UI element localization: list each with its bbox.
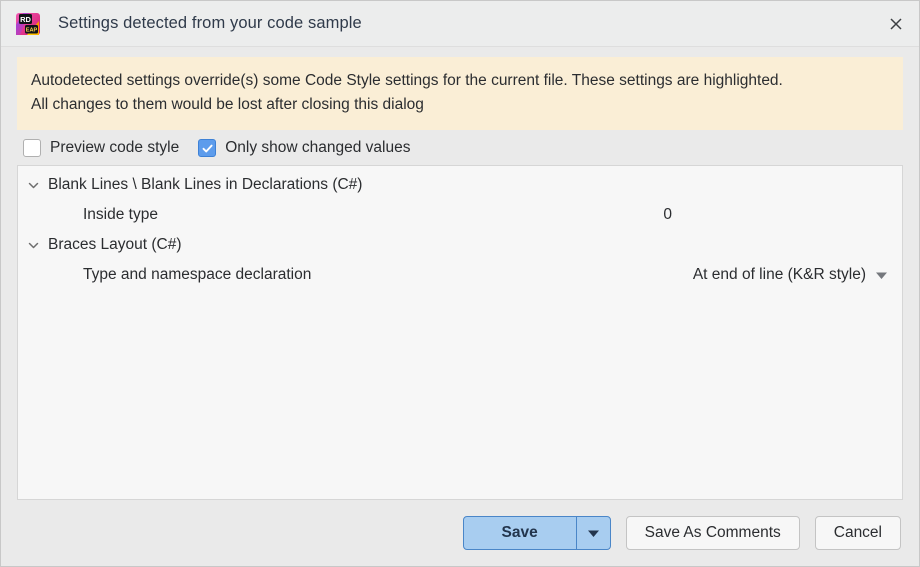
dialog-footer: Save Save As Comments Cancel	[1, 500, 919, 566]
tree-item-value-dropdown[interactable]: At end of line (K&R style)	[693, 266, 888, 284]
tree-group-row[interactable]: Blank Lines \ Blank Lines in Declaration…	[18, 170, 902, 200]
autodetected-settings-banner: Autodetected settings override(s) some C…	[17, 57, 903, 131]
save-split-button[interactable]: Save	[462, 516, 611, 550]
only-show-changed-values-checkbox[interactable]: Only show changed values	[198, 139, 411, 158]
svg-text:EAP: EAP	[26, 27, 38, 33]
tree-item-value: At end of line (K&R style)	[692, 266, 866, 284]
cancel-button[interactable]: Cancel	[814, 516, 901, 550]
settings-tree-panel[interactable]: Blank Lines \ Blank Lines in Declaration…	[17, 165, 903, 500]
svg-text:RD: RD	[20, 15, 31, 24]
checkbox-unchecked-icon	[23, 139, 41, 158]
tree-group-label: Blank Lines \ Blank Lines in Declaration…	[48, 176, 363, 194]
tree-item-label: Type and namespace declaration	[83, 266, 312, 284]
rider-eap-icon: RD EAP	[15, 11, 41, 37]
tree-item-label: Inside type	[83, 206, 158, 224]
options-row: Preview code style Only show changed val…	[1, 130, 919, 165]
save-as-comments-button[interactable]: Save As Comments	[625, 516, 800, 550]
banner-line-1: Autodetected settings override(s) some C…	[31, 72, 783, 89]
tree-group-label: Braces Layout (C#)	[48, 236, 182, 254]
chevron-down-icon	[875, 271, 888, 280]
chevron-down-icon[interactable]	[18, 239, 48, 252]
close-icon[interactable]	[873, 1, 919, 46]
preview-code-style-label: Preview code style	[50, 139, 180, 157]
banner-line-2: All changes to them would be lost after …	[31, 96, 424, 114]
tree-item-row[interactable]: Type and namespace declaration At end of…	[18, 260, 902, 290]
preview-code-style-checkbox[interactable]: Preview code style	[23, 139, 180, 158]
tree-group-row[interactable]: Braces Layout (C#)	[18, 230, 902, 260]
save-dropdown-button[interactable]	[575, 517, 610, 549]
only-show-changed-values-label: Only show changed values	[225, 139, 411, 157]
title-bar: RD EAP Settings detected from your code …	[1, 1, 919, 47]
dialog-title: Settings detected from your code sample	[58, 14, 362, 32]
chevron-down-icon[interactable]	[18, 179, 48, 192]
checkbox-checked-icon	[198, 139, 217, 158]
save-button[interactable]: Save	[464, 517, 576, 549]
tree-item-row[interactable]: Inside type 0	[18, 200, 902, 230]
tree-item-value[interactable]: 0	[663, 206, 672, 224]
settings-detected-dialog: RD EAP Settings detected from your code …	[0, 0, 920, 567]
